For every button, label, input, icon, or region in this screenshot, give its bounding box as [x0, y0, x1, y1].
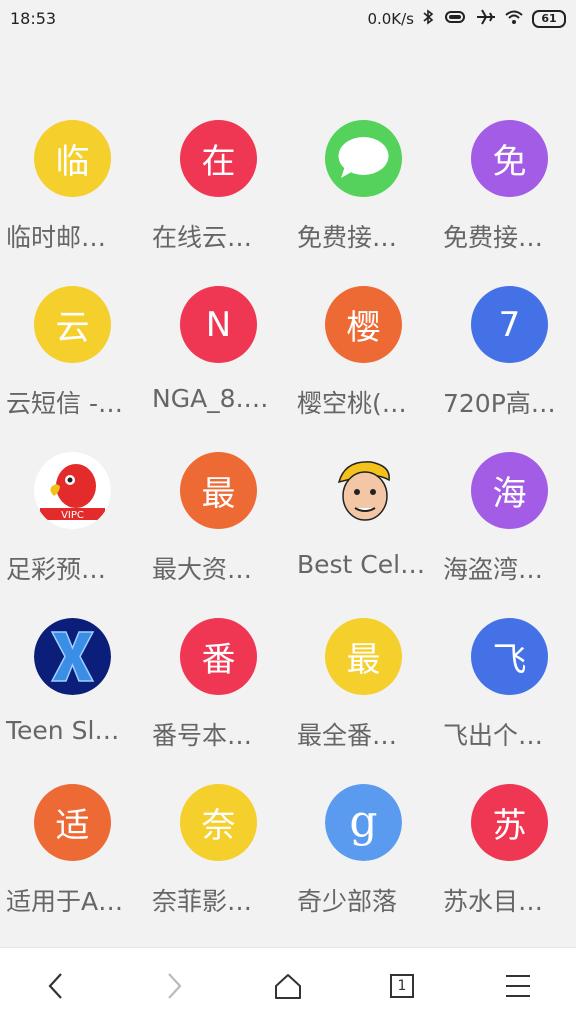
- back-button[interactable]: [34, 966, 78, 1006]
- speed-dial-tile[interactable]: 飞飞出个…: [437, 618, 576, 768]
- speed-dial-label: 飞出个…: [443, 721, 544, 750]
- home-button[interactable]: [266, 966, 310, 1006]
- tabs-button[interactable]: 1: [380, 966, 424, 1006]
- speed-dial-label: 免费接…: [297, 223, 398, 252]
- site-letter-icon: 樱: [325, 286, 402, 363]
- site-letter-icon: 苏: [471, 784, 548, 861]
- speed-dial-tile[interactable]: 最最全番…: [291, 618, 435, 768]
- site-letter-icon: 奈: [180, 784, 257, 861]
- bottom-nav-bar: 1: [0, 947, 576, 1024]
- speed-dial-tile[interactable]: 免免费接…: [437, 120, 576, 270]
- status-icons: 0.0K/s 61: [367, 9, 566, 29]
- wifi-icon: [504, 9, 524, 29]
- speed-dial-tile[interactable]: 适适用于A…: [0, 784, 144, 934]
- site-letter: 飞: [492, 640, 527, 680]
- speed-dial-label: 720P高…: [443, 389, 556, 418]
- chevron-right-icon: [168, 973, 182, 999]
- speed-dial-tile[interactable]: N NGA_8.…: [146, 286, 290, 436]
- forward-button[interactable]: [152, 966, 196, 1006]
- speed-dial-tile[interactable]: 云云短信 -…: [0, 286, 144, 436]
- speed-dial-tile[interactable]: 海海盗湾…: [437, 452, 576, 602]
- site-letter: 樱: [346, 308, 381, 348]
- status-time: 18:53: [10, 9, 57, 28]
- site-letter: 最: [346, 640, 381, 680]
- speed-dial-label: 最大资…: [152, 555, 253, 584]
- speed-dial-tile[interactable]: 樱樱空桃(…: [291, 286, 435, 436]
- site-letter: 奈: [201, 806, 236, 846]
- speed-dial-tile[interactable]: 奈奈菲影…: [146, 784, 290, 934]
- bluetooth-icon: [422, 9, 434, 29]
- chevron-left-icon: [48, 973, 62, 999]
- speed-dial-tile[interactable]: Best Cel…: [291, 452, 435, 602]
- site-letter-icon: 番: [180, 618, 257, 695]
- home-icon: [275, 974, 301, 999]
- speed-dial-tile[interactable]: 番番号本…: [146, 618, 290, 768]
- site-letter: 海: [492, 474, 527, 514]
- message-icon: [325, 120, 402, 197]
- site-letter-icon: 7: [471, 286, 548, 363]
- speed-dial-label: 在线云…: [152, 223, 253, 252]
- site-letter: 适: [55, 806, 90, 846]
- speed-dial-label: NGA_8.…: [152, 384, 269, 413]
- speed-dial-label: 奇少部落: [297, 887, 398, 916]
- site-letter-icon: 海: [471, 452, 548, 529]
- site-letter-icon: 在: [180, 120, 257, 197]
- speed-dial-label: 樱空桃(…: [297, 389, 407, 418]
- svg-text:VIPC: VIPC: [61, 510, 84, 521]
- site-letter: 在: [201, 142, 236, 182]
- site-letter: 免: [492, 142, 527, 182]
- speed-dial-label: 最全番…: [297, 721, 398, 750]
- site-letter-icon: 最: [325, 618, 402, 695]
- svg-text:g: g: [349, 796, 377, 847]
- cartoon-face-icon: [325, 452, 402, 529]
- speed-dial-tile[interactable]: 苏苏水目…: [437, 784, 576, 934]
- site-letter: N: [205, 304, 232, 345]
- google-g-icon: g: [325, 784, 402, 861]
- speed-dial-label: 云短信 -…: [6, 389, 123, 418]
- site-letter-icon: 飞: [471, 618, 548, 695]
- menu-icon: [506, 975, 530, 997]
- site-letter: 苏: [492, 806, 527, 846]
- speed-dial-label: 免费接…: [443, 223, 544, 252]
- speed-dial-label: Teen Sl…: [6, 716, 120, 745]
- speed-dial-tile[interactable]: 临临时邮…: [0, 120, 144, 270]
- site-letter: 临: [55, 142, 90, 182]
- speed-dial-tile[interactable]: Teen Sl…: [0, 618, 144, 768]
- network-speed: 0.0K/s: [367, 10, 414, 28]
- site-letter-icon: 适: [34, 784, 111, 861]
- speed-dial-tile[interactable]: 7 720P高…: [437, 286, 576, 436]
- speed-dial-tile[interactable]: 在在线云…: [146, 120, 290, 270]
- site-letter: 7: [498, 304, 521, 345]
- speed-dial-label: Best Cel…: [297, 550, 426, 579]
- speed-dial-label: 海盗湾…: [443, 555, 544, 584]
- status-bar: 18:53 0.0K/s 61: [0, 0, 576, 38]
- speed-dial-label: 临时邮…: [6, 223, 107, 252]
- vibrate-icon: [442, 10, 468, 28]
- speed-dial-tile[interactable]: g 奇少部落: [291, 784, 435, 934]
- site-letter-icon: N: [180, 286, 257, 363]
- menu-button[interactable]: [496, 966, 540, 1006]
- speed-dial-label: 足彩预…: [6, 555, 107, 584]
- speed-dial-label: 苏水目…: [443, 887, 544, 916]
- site-letter-icon: 最: [180, 452, 257, 529]
- tab-count-box: 1: [390, 974, 414, 998]
- tab-count: 1: [397, 978, 407, 994]
- speed-dial-label: 番号本…: [152, 721, 253, 750]
- speed-dial-tile[interactable]: VIPC 足彩预…: [0, 452, 144, 602]
- site-letter-icon: 免: [471, 120, 548, 197]
- site-letter: 最: [201, 474, 236, 514]
- site-letter: 云: [55, 308, 90, 348]
- speed-dial-tile[interactable]: 最最大资…: [146, 452, 290, 602]
- speed-dial-tile[interactable]: 免费接…: [291, 120, 435, 270]
- site-letter-icon: 临: [34, 120, 111, 197]
- parrot-icon: VIPC: [34, 452, 111, 529]
- site-letter-icon: 云: [34, 286, 111, 363]
- battery-indicator: 61: [532, 10, 566, 28]
- speed-dial-label: 奈菲影…: [152, 887, 253, 916]
- x-logo-icon: [34, 618, 111, 695]
- site-letter: 番: [201, 640, 236, 680]
- airplane-icon: [476, 9, 496, 29]
- speed-dial-label: 适用于A…: [6, 887, 124, 916]
